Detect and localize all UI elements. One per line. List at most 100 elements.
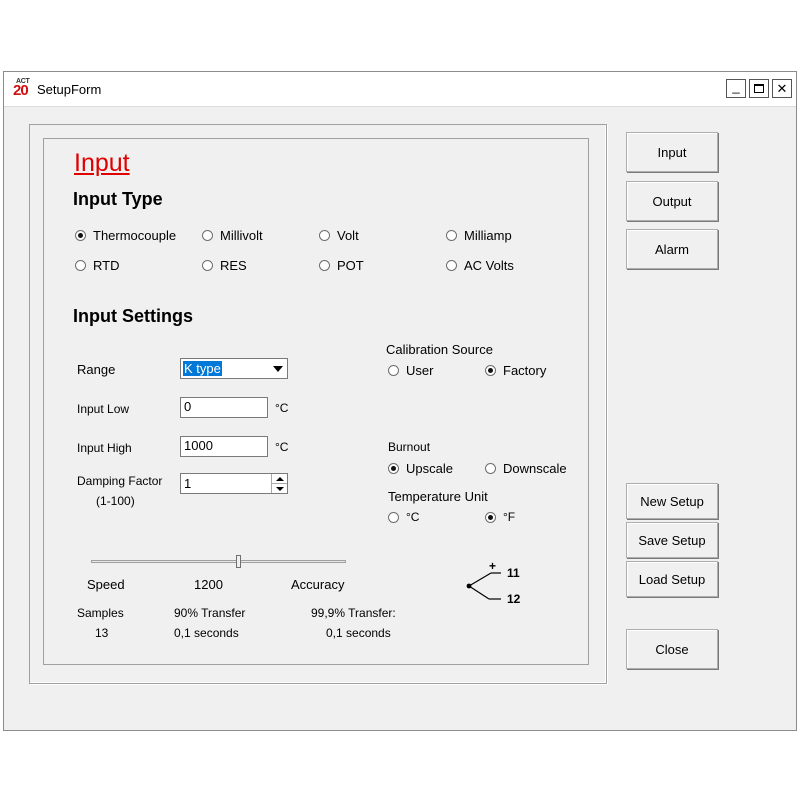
thermocouple-terminal-icon xyxy=(466,572,501,600)
transfer999-value: 0,1 seconds xyxy=(326,626,391,640)
input-panel: Input Input Type Thermocouple Millivolt … xyxy=(43,138,589,665)
spinner-down-icon[interactable] xyxy=(272,484,287,493)
radio-volt[interactable]: Volt xyxy=(319,228,359,243)
radio-res[interactable]: RES xyxy=(202,258,247,273)
radio-unit-celsius[interactable]: °C xyxy=(388,510,419,524)
burnout-label: Burnout xyxy=(388,440,431,454)
alarm-button[interactable]: Alarm xyxy=(626,229,718,269)
radio-thermocouple[interactable]: Thermocouple xyxy=(75,228,176,243)
transfer999-label: 99,9% Transfer: xyxy=(311,606,396,620)
input-high-field[interactable]: 1000 xyxy=(180,436,268,457)
radio-unselected-icon xyxy=(446,260,457,271)
radio-selected-icon xyxy=(75,230,86,241)
input-low-field[interactable]: 0 xyxy=(180,397,268,418)
input-type-heading: Input Type xyxy=(73,189,163,209)
range-value: K type xyxy=(183,361,222,376)
load-setup-button[interactable]: Load Setup xyxy=(626,561,718,597)
damping-range-label: (1-100) xyxy=(96,494,135,508)
radio-unselected-icon xyxy=(202,260,213,271)
transfer90-value: 0,1 seconds xyxy=(174,626,239,640)
radio-ac-volts[interactable]: AC Volts xyxy=(446,258,514,273)
input-low-label: Input Low xyxy=(77,402,130,416)
radio-unselected-icon xyxy=(319,230,330,241)
output-button[interactable]: Output xyxy=(626,181,718,221)
radio-selected-icon xyxy=(388,463,399,474)
setup-form-window: ACT 20 SetupForm _ ✕ Input Input Type Th… xyxy=(3,71,797,731)
minimize-button[interactable]: _ xyxy=(726,79,746,98)
range-label: Range xyxy=(77,362,116,377)
terminal-plus: + xyxy=(489,559,497,573)
maximize-button[interactable] xyxy=(749,79,769,98)
damping-value: 1 xyxy=(184,476,192,491)
input-settings-heading: Input Settings xyxy=(73,306,193,326)
radio-label: User xyxy=(406,363,434,378)
radio-rtd[interactable]: RTD xyxy=(75,258,119,273)
slider-min-label: Speed xyxy=(87,577,125,592)
spinner-buttons xyxy=(271,474,287,493)
maximize-icon xyxy=(754,84,764,93)
title-bar[interactable]: ACT 20 SetupForm _ ✕ xyxy=(4,72,796,107)
radio-unselected-icon xyxy=(202,230,213,241)
radio-unselected-icon xyxy=(485,463,496,474)
radio-unselected-icon xyxy=(388,365,399,376)
page-title: Input xyxy=(74,149,130,177)
dropdown-arrow-icon[interactable] xyxy=(273,365,283,372)
radio-pot[interactable]: POT xyxy=(319,258,364,273)
radio-label: Millivolt xyxy=(220,228,263,243)
radio-label: AC Volts xyxy=(464,258,514,273)
slider-track xyxy=(91,560,346,563)
radio-label: RTD xyxy=(93,258,120,273)
close-button[interactable]: Close xyxy=(626,629,718,669)
radio-burnout-upscale[interactable]: Upscale xyxy=(388,461,453,476)
radio-label: °C xyxy=(406,510,420,524)
radio-millivolt[interactable]: Millivolt xyxy=(202,228,263,243)
input-button[interactable]: Input xyxy=(626,132,718,172)
transfer90-label: 90% Transfer xyxy=(174,606,246,620)
radio-burnout-downscale[interactable]: Downscale xyxy=(485,461,567,476)
new-setup-button[interactable]: New Setup xyxy=(626,483,718,519)
radio-selected-icon xyxy=(485,511,496,523)
radio-label: Factory xyxy=(503,363,547,378)
radio-unselected-icon xyxy=(388,511,399,523)
terminal-pin-11: 11 xyxy=(507,566,520,580)
radio-calibration-factory[interactable]: Factory xyxy=(485,363,546,378)
slider-max-label: Accuracy xyxy=(291,577,345,592)
close-window-button[interactable]: ✕ xyxy=(772,79,792,98)
app-logo-icon: ACT 20 xyxy=(13,78,33,99)
radio-milliamp[interactable]: Milliamp xyxy=(446,228,512,243)
spinner-up-icon[interactable] xyxy=(272,474,287,484)
radio-unselected-icon xyxy=(446,230,457,241)
main-panel: Input Input Type Thermocouple Millivolt … xyxy=(29,124,607,684)
minimize-icon: _ xyxy=(732,78,740,94)
radio-unselected-icon xyxy=(319,260,330,271)
window-title: SetupForm xyxy=(37,82,102,97)
radio-selected-icon xyxy=(485,365,496,376)
speed-accuracy-slider[interactable] xyxy=(91,555,346,568)
input-high-label: Input High xyxy=(77,441,132,455)
radio-label: Volt xyxy=(337,228,359,243)
samples-value: 13 xyxy=(95,626,109,640)
radio-label: RES xyxy=(220,258,247,273)
input-high-unit: °C xyxy=(275,440,289,454)
save-setup-button[interactable]: Save Setup xyxy=(626,522,718,558)
radio-label: Downscale xyxy=(503,461,567,476)
radio-calibration-user[interactable]: User xyxy=(388,363,433,378)
logo-number-text: 20 xyxy=(13,82,29,99)
terminal-pin-12: 12 xyxy=(507,592,521,606)
samples-label: Samples xyxy=(77,606,124,620)
range-select[interactable]: K type xyxy=(180,358,288,379)
radio-label: Upscale xyxy=(406,461,453,476)
close-icon: ✕ xyxy=(776,80,788,96)
slider-value-label: 1200 xyxy=(194,577,223,592)
radio-unit-fahrenheit[interactable]: °F xyxy=(485,510,515,524)
damping-label: Damping Factor xyxy=(77,474,163,488)
radio-unselected-icon xyxy=(75,260,86,271)
radio-label: Milliamp xyxy=(464,228,512,243)
calibration-source-label: Calibration Source xyxy=(386,342,493,357)
temperature-unit-label: Temperature Unit xyxy=(388,489,488,504)
input-low-unit: °C xyxy=(275,401,289,415)
radio-label: POT xyxy=(337,258,364,273)
damping-spinner[interactable]: 1 xyxy=(180,473,288,494)
slider-thumb[interactable] xyxy=(236,555,241,568)
radio-label: Thermocouple xyxy=(93,228,177,243)
